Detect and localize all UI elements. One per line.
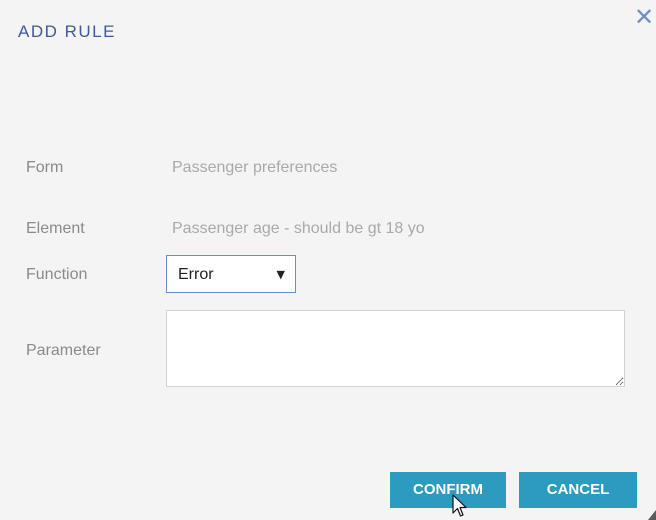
add-rule-dialog: ADD RULE ✕ Form Passenger preferences El… <box>0 0 656 520</box>
dialog-title: ADD RULE <box>18 22 116 41</box>
function-label: Function <box>26 266 88 283</box>
element-value: Passenger age - should be gt 18 yo <box>172 220 425 237</box>
element-label: Element <box>26 220 85 237</box>
resize-corner-icon[interactable] <box>646 508 656 520</box>
function-selected-value: Error <box>178 266 214 283</box>
mouse-pointer-icon <box>452 494 467 517</box>
function-select[interactable]: Error ▼ <box>166 255 296 293</box>
form-label: Form <box>26 159 64 176</box>
parameter-label: Parameter <box>26 342 101 359</box>
cancel-button[interactable]: CANCEL <box>519 472 637 508</box>
confirm-button[interactable]: CONFIRM <box>390 472 506 508</box>
parameter-textarea[interactable] <box>166 310 625 387</box>
close-icon[interactable]: ✕ <box>632 4 656 30</box>
form-value: Passenger preferences <box>172 159 338 176</box>
dropdown-arrow-icon: ▼ <box>276 268 285 281</box>
